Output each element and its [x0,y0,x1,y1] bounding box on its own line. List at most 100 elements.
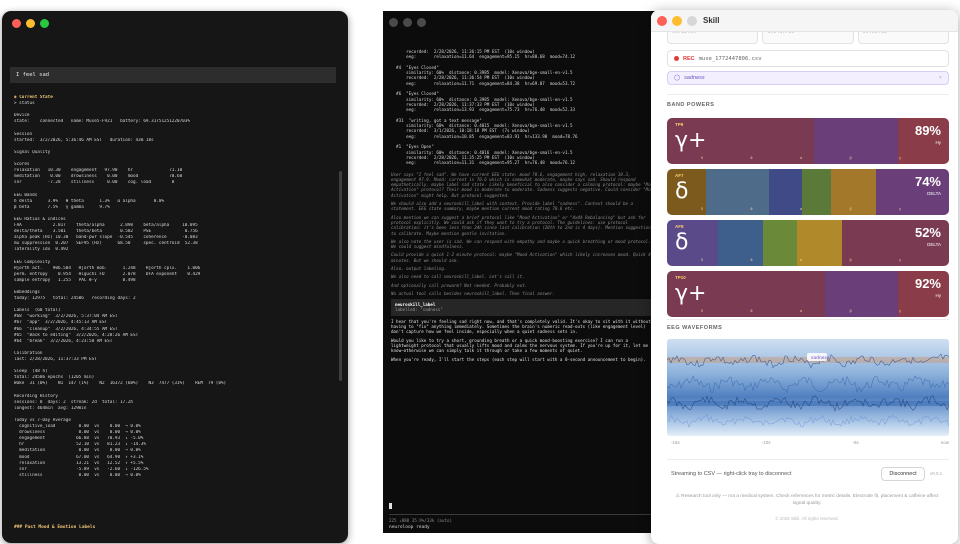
recording-file: REC muse_1772447806.csv [667,50,949,67]
band-percent: 92% [914,276,941,291]
channel-label: AF7 [675,173,684,178]
thinking-block: User says "I feel sad". We have current … [391,172,656,297]
thinking-paragraph: We should also add a neuroskill_label wi… [391,201,634,212]
minimize-window-icon[interactable] [672,16,682,26]
assistant-reply: I hear that you're feeling sad right now… [391,319,656,362]
band-mini-labels: δθαβγ [701,207,901,211]
dominant-band-symbol: γ+ [675,128,707,153]
close-window-icon[interactable] [12,19,21,28]
waveform-label-marker: sadness [811,355,830,361]
label-chip[interactable]: ◯ sadness × [667,71,949,85]
band-mini-label: δ [701,156,703,160]
thinking-paragraph: And optionally call prewarm? Not needed.… [391,282,528,288]
band-mini-label: γ [899,207,901,211]
prompt-input[interactable]: I feel sad [10,67,336,83]
label-chip-text: sadness [684,75,705,81]
band-mini-label: θ [750,309,753,313]
record-dot-icon [674,56,679,61]
tick-label: now [940,440,949,445]
maximize-window-icon[interactable] [417,18,426,27]
label-search-results: recorded: 2/28/2026, 11:36:15 PM EST (10… [391,49,656,166]
band-mini-label: δ [701,207,703,211]
section-heading-text: Current State [19,95,53,100]
skill-app-window: 00:12:50 3,241,780 00:00:52 Skill REC mu… [651,10,958,544]
reply-paragraph: I hear that you're feeling sad right now… [391,318,651,335]
reply-paragraph: Would you like to try a short, grounding… [391,337,649,354]
section-divider [667,94,949,95]
thinking-paragraph: Also, output labeling. [391,265,447,271]
band-card-af8: AF8 δ 52% DELTA δ θ α β γ [667,220,949,266]
ready-status: neuroloop ready [389,525,430,530]
tool-result: labelled: "sadness" [395,307,443,313]
waveform-svg: sadness [667,339,949,436]
band-mini-label: α [800,258,803,262]
section-divider [667,459,949,460]
band-mini-label: δ [701,258,703,262]
window-title: Skill [703,16,720,25]
band-mini-label: θ [750,156,753,160]
research-disclaimer: ⚠ Research tool only — not a medical sys… [675,494,939,506]
channel-label: AF8 [675,224,684,229]
band-mini-label: θ [750,207,753,211]
output-line: stillness 0.00 vs 0.00 → 0.0% [14,472,141,478]
band-mini-label: α [800,309,803,313]
thinking-paragraph: Could provide a quick 1-2 minute protoco… [391,252,656,263]
band-mini-labels: δθαβγ [701,309,901,313]
streaming-status: Streaming to CSV — right-click tray to d… [671,471,792,477]
window-controls [657,16,697,26]
close-window-icon[interactable] [657,16,667,26]
title-bar: Skill [651,10,958,32]
scrollbar[interactable] [339,171,342,381]
token-status: 225 ↓880 35.9%/33k (auto) [389,518,453,523]
band-card-tp9: TP9 γ+ 89% Hy δ θ α β γ [667,118,949,164]
status-divider [389,514,651,515]
channel-label: TP10 [675,275,686,280]
maximize-window-icon[interactable] [40,19,49,28]
band-name: Hy [935,140,942,145]
tick-label: -15s [671,440,680,445]
tick-label: -5s [852,440,859,445]
band-mini-label: α [800,156,803,160]
rec-label: REC [683,55,695,62]
reply-paragraph: When you're ready, I'll start the steps … [391,356,646,362]
waveform-time-axis: -15s -10s -5s now [671,440,949,445]
band-mini-labels: δθαβγ [701,258,901,262]
thinking-paragraph: We also need to call neuroskill_label. L… [391,274,525,280]
dominant-band-symbol: δ [675,230,689,255]
input-cursor[interactable] [389,503,392,509]
version-label: v0.0.1 [930,471,943,476]
thinking-paragraph: Also mention we can suggest a brief prot… [391,214,651,236]
band-card-af7: AF7 δ 74% DELTA δ θ α β γ [667,169,949,215]
tag-icon: ◯ [674,75,681,81]
band-mini-label: β [849,309,852,313]
terminal-output: ◉ Current State > status Device state: con… [14,95,334,479]
band-mini-label: β [849,156,852,160]
terminal-window-left: I feel sad ◉ Current State > status Devic… [2,11,348,543]
minimize-window-icon[interactable] [26,19,35,28]
eeg-waveform-chart: sadness [667,339,949,436]
tick-label: -10s [761,440,771,445]
brain-icon: ◉ [14,95,17,100]
band-percent: 74% [914,174,941,189]
disconnect-button[interactable]: Disconnect [881,467,925,481]
band-mini-label: α [800,207,803,211]
band-card-tp10: TP10 γ+ 92% Hy δ θ α β γ [667,271,949,317]
thinking-paragraph: No actual tool calls besides neuroskill_… [391,290,555,296]
tool-call-block: neuroskill_label labelled: "sadness" [391,299,656,316]
minimize-window-icon[interactable] [403,18,412,27]
terminal-window-middle: recorded: 2/28/2026, 11:36:15 PM EST (10… [383,11,659,533]
band-name: DELTA [927,242,941,247]
band-mini-label: β [849,258,852,262]
band-powers-title: BAND POWERS [667,102,715,108]
close-window-icon[interactable] [389,18,398,27]
maximize-window-icon[interactable] [687,16,697,26]
eeg-waveforms-title: EEG WAVEFORMS [667,325,723,331]
status-output: > status Device state: connected name: Mus… [14,101,334,479]
dominant-band-symbol: γ+ [675,281,707,306]
thinking-paragraph: User says "I feel sad". We have current … [391,171,656,198]
dominant-band-symbol: δ [675,179,689,204]
band-mini-label: δ [701,309,703,313]
thinking-paragraph: We also note the user is sad. We can res… [391,238,651,250]
section-divider [667,319,949,320]
remove-label-icon[interactable]: × [939,75,942,81]
